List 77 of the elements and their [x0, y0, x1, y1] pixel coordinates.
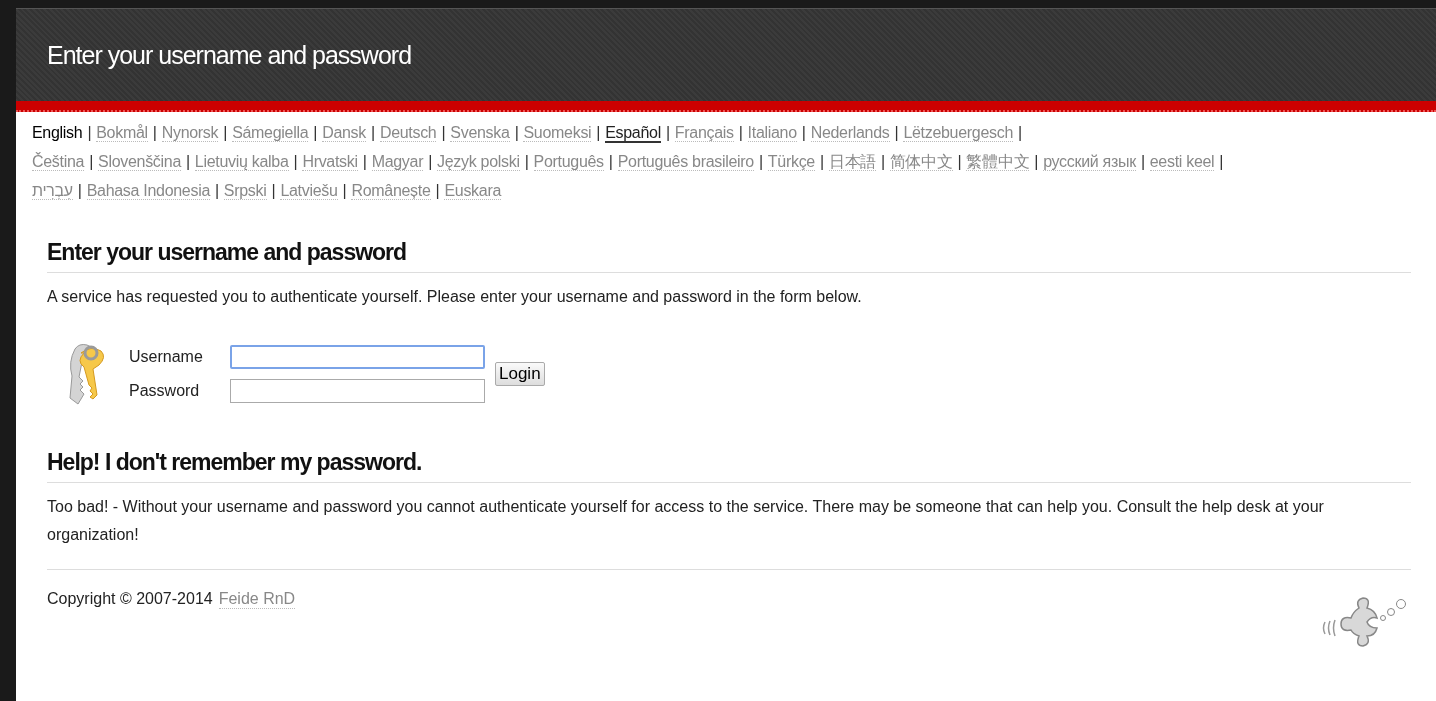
- language-link[interactable]: Türkçe: [767, 153, 815, 171]
- language-link[interactable]: 简体中文: [889, 153, 953, 171]
- section-heading: Help! I don't remember my password.: [47, 449, 1411, 483]
- language-link[interactable]: Srpski: [223, 182, 267, 200]
- language-link[interactable]: Nynorsk: [161, 124, 219, 142]
- separator: |: [223, 124, 228, 141]
- footer-link[interactable]: Feide RnD: [218, 590, 296, 609]
- language-link[interactable]: Čeština: [32, 153, 85, 171]
- separator: |: [313, 124, 318, 141]
- language-link[interactable]: Español: [605, 124, 661, 143]
- separator: |: [514, 124, 519, 141]
- language-link[interactable]: Svenska: [450, 124, 510, 142]
- language-link[interactable]: Français: [674, 124, 734, 142]
- current-language: English: [32, 124, 83, 141]
- language-link[interactable]: Slovenščina: [98, 153, 181, 171]
- intro-text: A service has requested you to authenticate yourself. Please enter your username and password in the form below.: [47, 287, 863, 307]
- separator: |: [152, 124, 157, 141]
- language-link[interactable]: eesti keel: [1149, 153, 1215, 171]
- separator: |: [293, 153, 298, 170]
- separator: |: [435, 182, 440, 199]
- language-link[interactable]: Português brasileiro: [617, 153, 754, 171]
- separator: |: [1018, 124, 1022, 141]
- language-link[interactable]: русский язык: [1043, 153, 1136, 171]
- language-link[interactable]: Bokmål: [96, 124, 148, 142]
- language-link[interactable]: Suomeksi: [523, 124, 592, 142]
- language-link[interactable]: Sámegiella: [232, 124, 309, 142]
- field-label: Username: [129, 348, 204, 366]
- separator: |: [759, 153, 763, 170]
- header-title: Enter your username and password: [47, 40, 412, 70]
- separator: |: [87, 124, 92, 141]
- separator: |: [608, 153, 613, 170]
- language-link[interactable]: 日本語: [828, 153, 876, 171]
- separator: |: [596, 124, 601, 141]
- language-link[interactable]: Bahasa Indonesia: [86, 182, 210, 200]
- language-link[interactable]: Hrvatski: [302, 153, 358, 171]
- separator: |: [801, 124, 806, 141]
- language-link[interactable]: 繁體中文: [966, 153, 1030, 171]
- language-link[interactable]: Latviešu: [280, 182, 338, 200]
- language-link[interactable]: Nederlands: [810, 124, 890, 142]
- separator: |: [738, 124, 743, 141]
- separator: |: [77, 182, 82, 199]
- input-field[interactable]: [230, 379, 485, 403]
- language-link[interactable]: Lietuvių kalba: [194, 153, 289, 171]
- separator: |: [819, 153, 824, 170]
- separator: |: [342, 182, 347, 199]
- separator: |: [880, 153, 885, 170]
- separator: |: [186, 153, 190, 170]
- separator: |: [1219, 153, 1224, 170]
- input-field[interactable]: [230, 345, 485, 369]
- separator: |: [371, 124, 375, 141]
- separator: |: [362, 153, 367, 170]
- field-label: Password: [129, 382, 201, 400]
- separator: |: [428, 153, 433, 170]
- language-link[interactable]: Deutsch: [379, 124, 437, 142]
- separator: |: [957, 153, 962, 170]
- separator: |: [1034, 153, 1039, 170]
- language-link[interactable]: Magyar: [371, 153, 424, 171]
- language-link[interactable]: Português: [533, 153, 604, 171]
- separator: |: [271, 182, 276, 199]
- separator: |: [215, 182, 219, 199]
- separator: |: [665, 124, 670, 141]
- language-link[interactable]: Românește: [351, 182, 431, 200]
- language-link[interactable]: Język polski: [437, 153, 520, 171]
- section-heading: Enter your username and password: [47, 239, 1411, 273]
- language-link[interactable]: Euskara: [444, 182, 502, 200]
- separator: |: [89, 153, 93, 170]
- separator: |: [1140, 153, 1145, 170]
- language-link[interactable]: Dansk: [322, 124, 366, 142]
- copyright-text: Copyright © 2007-2014: [47, 590, 213, 609]
- help-text: Too bad! - Without your username and password you cannot authenticate yourself for access to the service. There may be someone that can help you. Consult the help desk at your organization!: [47, 497, 1325, 545]
- separator: |: [894, 124, 899, 141]
- language-link[interactable]: עִבְרִית: [32, 182, 73, 200]
- separator: |: [524, 153, 529, 170]
- separator: |: [441, 124, 446, 141]
- language-link[interactable]: Lëtzebuergesch: [903, 124, 1014, 142]
- language-link[interactable]: Italiano: [747, 124, 797, 142]
- login-button[interactable]: Login: [495, 362, 545, 386]
